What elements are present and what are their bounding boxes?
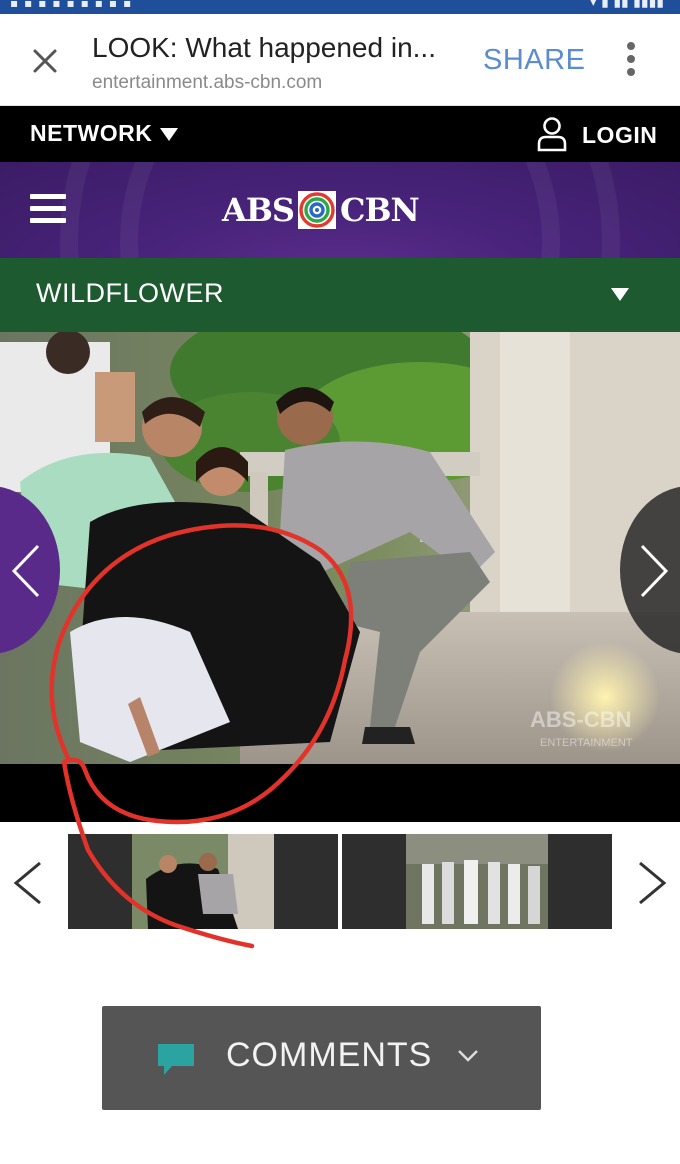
speech-bubble-icon <box>158 1044 194 1075</box>
logo-text-left: ABS <box>222 191 295 229</box>
logo-emblem-icon <box>297 191 336 229</box>
photo-carousel: ABS-CBN ENTERTAINMENT <box>0 332 680 822</box>
network-menu[interactable]: NETWORK <box>30 120 152 147</box>
caret-down-icon[interactable] <box>611 288 629 301</box>
logo-text-right: CBN <box>339 191 420 229</box>
status-icons-left: ▪▪▪▪▪▪▪▪▪ <box>10 0 138 10</box>
login-label: LOGIN <box>582 122 658 148</box>
chevron-down-icon <box>458 1050 478 1062</box>
section-bar[interactable]: WILDFLOWER <box>0 258 680 332</box>
thumbnail-1[interactable] <box>68 834 338 929</box>
photo-watermark: ABS-CBN <box>530 707 631 732</box>
hamburger-menu-icon[interactable] <box>30 194 66 226</box>
chevron-right-icon <box>640 544 669 598</box>
page-title: LOOK: What happened in... <box>92 32 436 63</box>
user-icon <box>537 117 567 152</box>
network-bar: NETWORK LOGIN <box>0 106 680 162</box>
chevron-left-icon <box>11 544 40 598</box>
thumbnail-strip <box>0 834 680 930</box>
chevron-right-icon[interactable] <box>634 860 670 906</box>
thumbnail-2[interactable] <box>342 834 612 929</box>
gallery-photo[interactable]: ABS-CBN ENTERTAINMENT <box>0 332 680 764</box>
comments-label: COMMENTS <box>226 1036 433 1074</box>
caret-down-icon[interactable] <box>160 128 178 141</box>
browser-header: LOOK: What happened in... entertainment.… <box>0 14 680 106</box>
share-button[interactable]: SHARE <box>483 44 585 77</box>
brand-bar: ABS CBN <box>0 162 680 258</box>
thumbnail-image <box>342 834 612 929</box>
page-url: entertainment.abs-cbn.com <box>92 72 323 93</box>
section-title: WILDFLOWER <box>36 278 225 308</box>
close-icon[interactable] <box>26 42 64 80</box>
chevron-left-icon[interactable] <box>10 860 46 906</box>
comments-button[interactable]: COMMENTS <box>102 1006 541 1110</box>
photo-illustration: ABS-CBN ENTERTAINMENT <box>0 332 680 764</box>
status-icons-right: ▾ ▮ ▮▮ ▮▮▮▮ <box>589 0 664 10</box>
photo-watermark-sub: ENTERTAINMENT <box>540 737 633 749</box>
thumbnail-image <box>68 834 338 929</box>
abs-cbn-logo[interactable]: ABS CBN <box>222 188 420 232</box>
status-bar: ▪▪▪▪▪▪▪▪▪ ▾ ▮ ▮▮ ▮▮▮▮ <box>0 0 680 14</box>
kebab-menu-icon[interactable] <box>622 42 640 82</box>
